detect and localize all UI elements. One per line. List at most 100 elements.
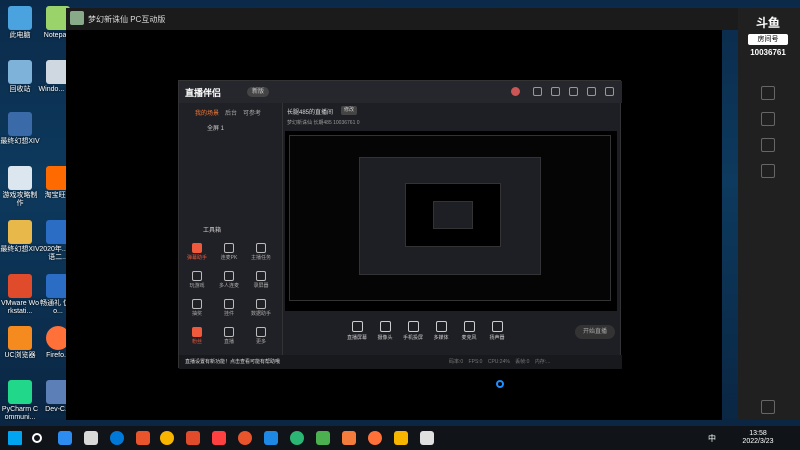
tab-background[interactable]: 后台 — [225, 108, 237, 117]
toolbox-header: 工具箱 — [203, 228, 222, 234]
taskbar-app-6[interactable] — [186, 431, 200, 445]
desktop-icon-ffxiv[interactable]: 最终幻想XIV — [0, 112, 40, 146]
mail-icon[interactable] — [58, 431, 72, 445]
desktop-icon-recycle-bin[interactable]: 回收站 — [0, 60, 40, 94]
fans-icon — [192, 327, 202, 337]
system-clock[interactable]: 13:58 2022/3/23 — [735, 430, 781, 446]
search-icon[interactable] — [32, 433, 42, 443]
source-bar: 直播屏幕 摄像头 手机投屏 多媒体 麦克风 扬声器 开始直播 — [285, 315, 621, 355]
resize-icon[interactable] — [761, 112, 775, 126]
side-rail: 斗鱼 房间号 10036761 — [738, 8, 800, 420]
source-mic[interactable]: 麦克风 — [457, 321, 481, 341]
live-companion-window: 直播伴侣 新版 我的场景 后台 可参考 全屏 1 工具箱 弹幕助手 连麦PK 主… — [178, 80, 622, 369]
go-live-button[interactable]: 开始直播 — [575, 325, 615, 339]
avatar[interactable] — [511, 87, 520, 96]
room-title: 长腿485的直播间 — [287, 110, 334, 116]
speaker-icon — [491, 321, 503, 332]
minimize-icon[interactable] — [587, 87, 596, 96]
taskbar-app-4[interactable] — [136, 431, 150, 445]
tool-danmu[interactable]: 弹幕助手 — [185, 243, 209, 261]
tool-fans[interactable]: 粉丝 — [185, 327, 209, 345]
tool-multi[interactable]: 多人连麦 — [217, 271, 241, 289]
fullscreen-icon[interactable] — [761, 138, 775, 152]
settings-icon[interactable] — [569, 87, 578, 96]
brand-logo: 斗鱼 — [755, 16, 780, 30]
vmware-icon — [8, 274, 32, 298]
tool-lottery[interactable]: 抽奖 — [185, 299, 209, 317]
document-icon — [8, 166, 32, 190]
notice-text[interactable]: 直播设置有新功能！点击查看可能有帮助哦 — [185, 358, 280, 365]
input-language[interactable]: 中 — [708, 433, 716, 444]
clock-date: 2022/3/23 — [742, 438, 774, 445]
taskbar-app-11[interactable] — [316, 431, 330, 445]
game-icon — [8, 112, 32, 136]
data-icon — [256, 299, 266, 309]
message-icon[interactable] — [533, 87, 542, 96]
live-companion-taskbar-icon[interactable] — [342, 431, 356, 445]
desktop-icon-uc[interactable]: UC浏览器 — [0, 326, 40, 360]
tool-more[interactable]: 更多 — [249, 327, 273, 345]
desktop-icon-vmware[interactable]: VMware Workstati... — [0, 274, 40, 316]
source-phone[interactable]: 手机投屏 — [401, 321, 425, 341]
room-label: 房间号 — [748, 34, 788, 45]
tab-my-scenes[interactable]: 我的场景 — [195, 108, 219, 117]
desktop-icon-pycharm[interactable]: PyCharm Communi... — [0, 380, 40, 422]
edge-icon[interactable] — [110, 431, 124, 445]
source-camera[interactable]: 摄像头 — [373, 321, 397, 341]
stream-window-titlebar[interactable]: 梦幻新诛仙 PC互动版 — [66, 8, 800, 30]
taskbar-app-2[interactable] — [84, 431, 98, 445]
taskbar-app-7[interactable] — [212, 431, 226, 445]
edit-room-button[interactable]: 修改 — [341, 106, 357, 115]
media-icon — [435, 321, 447, 332]
uc-browser-icon — [8, 326, 32, 350]
tool-game[interactable]: 玩游戏 — [185, 271, 209, 289]
chat-icon[interactable] — [761, 164, 775, 178]
app-header: 直播伴侣 新版 — [179, 81, 622, 103]
source-media[interactable]: 多媒体 — [429, 321, 453, 341]
gift-icon[interactable] — [551, 87, 560, 96]
desktop: 此电脑 回收站 最终幻想XIV 游戏攻略制作 最终幻想XIV VMware Wo… — [0, 0, 800, 450]
chrome-icon[interactable] — [160, 431, 174, 445]
desktop-icon-this-pc[interactable]: 此电脑 — [0, 6, 40, 40]
folder-icon — [8, 220, 32, 244]
taskbar-app-14[interactable] — [394, 431, 408, 445]
scene-item[interactable]: 全屏 1 — [207, 123, 224, 132]
source-screen[interactable]: 直播屏幕 — [345, 321, 369, 341]
taskbar-app-9[interactable] — [264, 431, 278, 445]
desktop-icon-ffxiv-folder[interactable]: 最终幻想XIV — [0, 220, 40, 254]
version-badge[interactable]: 新版 — [247, 87, 269, 97]
lottery-icon — [192, 299, 202, 309]
tool-record[interactable]: 录屏器 — [249, 271, 273, 289]
tab-reference[interactable]: 可参考 — [243, 108, 261, 117]
stream-preview[interactable] — [285, 131, 617, 311]
more-icon — [256, 327, 266, 337]
tool-data[interactable]: 数据助手 — [249, 299, 273, 317]
start-icon[interactable] — [8, 431, 22, 445]
nested-preview-4 — [433, 201, 473, 229]
taskbar-app-8[interactable] — [238, 431, 252, 445]
computer-icon — [8, 6, 32, 30]
app-logo: 直播伴侣 — [185, 88, 222, 98]
tool-pk[interactable]: 连麦PK — [217, 243, 241, 261]
status-bar: 直播设置有新功能！点击查看可能有帮助哦 码率:0 FPS:0 CPU:24% 丢… — [179, 355, 622, 369]
desktop-icon-guide[interactable]: 游戏攻略制作 — [0, 166, 40, 208]
source-speaker[interactable]: 扬声器 — [485, 321, 509, 341]
taskbar-app-10[interactable] — [290, 431, 304, 445]
expand-icon[interactable] — [761, 86, 775, 100]
loading-cursor-icon — [496, 380, 504, 388]
tool-live[interactable]: 直播 — [217, 327, 241, 345]
task-icon — [256, 243, 266, 253]
danmu-icon — [192, 243, 202, 253]
pycharm-icon — [8, 380, 32, 404]
tool-widget[interactable]: 挂件 — [217, 299, 241, 317]
firefox-taskbar-icon[interactable] — [368, 431, 382, 445]
room-id: 10036761 — [750, 48, 786, 57]
tool-task[interactable]: 主播任务 — [249, 243, 273, 261]
taskbar-app-15[interactable] — [420, 431, 434, 445]
close-icon[interactable] — [605, 87, 614, 96]
widget-icon — [224, 299, 234, 309]
microphone-icon — [463, 321, 475, 332]
scene-panel: 我的场景 后台 可参考 全屏 1 工具箱 弹幕助手 连麦PK 主播任务 玩游戏 … — [179, 103, 283, 355]
trash-icon[interactable] — [761, 400, 775, 414]
room-meta: 梦幻新诛仙 长期485 10036761 0 — [287, 120, 360, 126]
